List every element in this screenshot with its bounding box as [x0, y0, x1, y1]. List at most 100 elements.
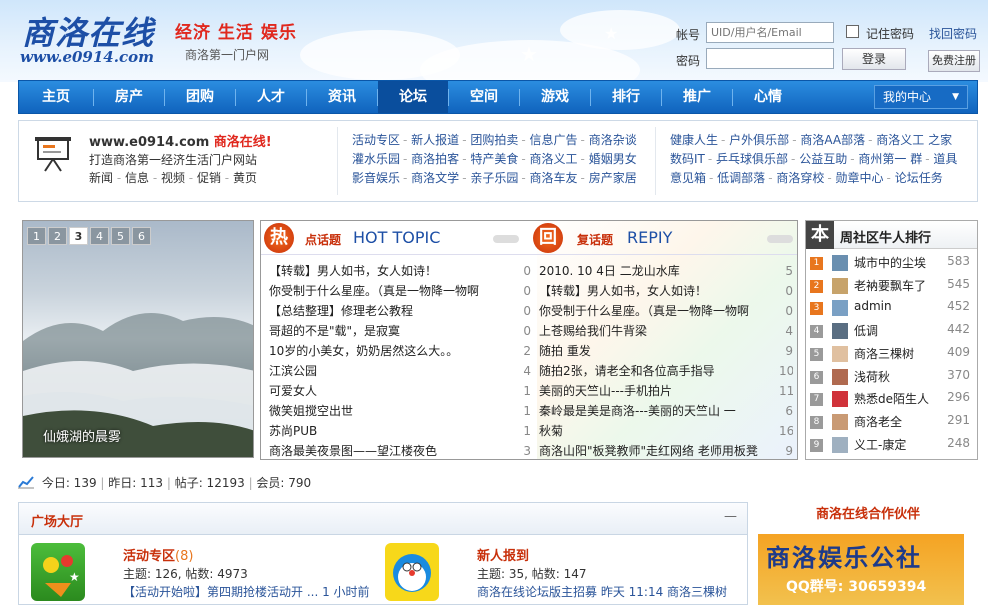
board-link[interactable]: 论坛任务 [895, 169, 943, 186]
login-button[interactable]: 登录 [842, 48, 906, 70]
collapse-icon[interactable]: — [724, 509, 737, 524]
ranking-item[interactable]: 3 admin 452 [810, 298, 974, 320]
list-item[interactable]: 美丽的天竺山---手机拍片 11 [539, 381, 793, 401]
ranking-username[interactable]: 浅荷秋 [854, 368, 890, 385]
intro-link-info[interactable]: 信息 [125, 171, 149, 185]
list-item[interactable]: 随拍2张，请老全和各位高手指导 10 [539, 361, 793, 381]
slider-tab[interactable]: 6 [132, 227, 151, 245]
board-link[interactable]: 影音娱乐 [352, 169, 400, 186]
intro-link-promo[interactable]: 促销 [197, 171, 221, 185]
topic-title[interactable]: 上苍赐给我们牛背梁 [539, 321, 647, 341]
topic-title[interactable]: 随拍 重发 [539, 341, 591, 361]
list-item[interactable]: 秦岭最是美是商洛---美丽的天竺山 一 6 [539, 401, 793, 421]
board-link[interactable]: 商洛穿校 [776, 169, 824, 186]
slider-tab[interactable]: 1 [27, 227, 46, 245]
partner-banner[interactable]: 商洛娱乐公社 QQ群号: 30659394 [758, 534, 964, 605]
nav-item-mood[interactable]: 心情 [733, 81, 803, 113]
forum-category-title[interactable]: 广场大厅 [31, 511, 83, 530]
intro-site-url[interactable]: www.e0914.com [89, 135, 209, 150]
newbie-board-icon[interactable] [385, 543, 439, 601]
board-link[interactable]: 健康人生 [670, 131, 718, 148]
topic-title[interactable]: 【转载】男人如书，女人如诗！ [269, 261, 437, 281]
ranking-username[interactable]: 城市中的尘埃 [854, 254, 926, 271]
register-button[interactable]: 免费注册 [928, 50, 980, 72]
list-item[interactable]: 哥超的不是"载"，是寂寞 0 [269, 321, 531, 341]
list-item[interactable]: 江滨公园 4 [269, 361, 531, 381]
more-toggle-icon[interactable] [767, 235, 793, 243]
list-item[interactable]: 商洛山阳"板凳教师"走红网络 老师用板凳 9 [539, 441, 793, 459]
ranking-item[interactable]: 1 城市中的尘埃 583 [810, 253, 974, 275]
topic-title[interactable]: 江滨公园 [269, 361, 317, 381]
board-link[interactable]: 道具 [933, 150, 957, 167]
nav-item-house[interactable]: 房产 [94, 81, 164, 113]
board-link[interactable]: 信息广告 [530, 131, 578, 148]
ranking-username[interactable]: 低调 [854, 322, 878, 339]
topic-title[interactable]: 苏尚PUB [269, 421, 317, 441]
list-item[interactable]: 【总结整理】修理老公教程 0 [269, 301, 531, 321]
slider-tab[interactable]: 2 [48, 227, 67, 245]
nav-item-games[interactable]: 游戏 [520, 81, 590, 113]
topic-title[interactable]: 10岁的小美女，奶奶居然这么大。。 [269, 341, 458, 361]
intro-link-news[interactable]: 新闻 [89, 171, 113, 185]
board-link[interactable]: 商州第一 群 [858, 150, 922, 167]
board-name-text[interactable]: 活动专区 [123, 549, 175, 564]
forgot-password-link[interactable]: 找回密码 [929, 25, 977, 42]
board-link[interactable]: 活动专区 [352, 131, 400, 148]
avatar[interactable] [832, 391, 848, 408]
ranking-item[interactable]: 9 义工-康定 248 [810, 435, 974, 457]
account-input[interactable] [706, 22, 834, 43]
photo-slider[interactable]: 123456 仙娥湖的晨雾 [22, 220, 254, 458]
board-link[interactable]: 商洛文学 [411, 169, 459, 186]
board-link[interactable]: 公益互助 [799, 150, 847, 167]
list-item[interactable]: 10岁的小美女，奶奶居然这么大。。 2 [269, 341, 531, 361]
nav-item-jobs[interactable]: 人才 [236, 81, 306, 113]
topic-title[interactable]: 可爱女人 [269, 381, 317, 401]
slider-tab[interactable]: 5 [111, 227, 130, 245]
list-item[interactable]: 秋菊 16 [539, 421, 793, 441]
topic-title[interactable]: 微笑姐搅空出世 [269, 401, 353, 421]
slider-tab-active[interactable]: 3 [69, 227, 88, 245]
avatar[interactable] [832, 368, 848, 385]
board-link[interactable]: 户外俱乐部 [729, 131, 789, 148]
topic-title[interactable]: 美丽的天竺山---手机拍片 [539, 381, 672, 401]
ranking-username[interactable]: 熟悉de陌生人 [854, 390, 929, 407]
avatar[interactable] [832, 323, 848, 340]
slider-caption[interactable]: 仙娥湖的晨雾 [43, 426, 121, 445]
list-item[interactable]: 你受制于什么星座。（真是一物降一物啊 0 [269, 281, 531, 301]
board-link[interactable]: 亲子乐园 [470, 169, 518, 186]
board-link[interactable]: 婚姻男女 [589, 150, 637, 167]
list-item[interactable]: 微笑姐搅空出世 1 [269, 401, 531, 421]
board-link[interactable]: 勋章中心 [836, 169, 884, 186]
topic-title[interactable]: 随拍2张，请老全和各位高手指导 [539, 361, 715, 381]
avatar[interactable] [832, 413, 848, 430]
intro-link-video[interactable]: 视频 [161, 171, 185, 185]
board-name[interactable]: 活动专区(8) [123, 545, 193, 564]
board-link[interactable]: 团购拍卖 [470, 131, 518, 148]
activity-board-icon[interactable]: ★ [31, 543, 85, 601]
board-link[interactable]: 商洛拍客 [411, 150, 459, 167]
list-item[interactable]: 可爱女人 1 [269, 381, 531, 401]
topic-title[interactable]: 你受制于什么星座。（真是一物降一物啊 [539, 301, 775, 321]
ranking-item[interactable]: 8 商洛老全 291 [810, 412, 974, 434]
list-item[interactable]: 你受制于什么星座。（真是一物降一物啊 0 [539, 301, 793, 321]
password-input[interactable] [706, 48, 834, 69]
ranking-username[interactable]: 义工-康定 [854, 436, 906, 453]
remember-label[interactable]: 记住密码 [866, 25, 914, 42]
ranking-username[interactable]: 商洛三棵树 [854, 345, 914, 362]
nav-item-space[interactable]: 空间 [449, 81, 519, 113]
topic-title[interactable]: 你受制于什么星座。（真是一物降一物啊 [269, 281, 479, 301]
list-item[interactable]: 【转载】男人如书，女人如诗！ 0 [539, 281, 793, 301]
ranking-username[interactable]: admin [854, 299, 892, 313]
nav-item-news[interactable]: 资讯 [307, 81, 377, 113]
topic-title[interactable]: 商洛山阳"板凳教师"走红网络 老师用板凳 [539, 441, 775, 459]
nav-item-groupbuy[interactable]: 团购 [165, 81, 235, 113]
ranking-item[interactable]: 5 商洛三棵树 409 [810, 344, 974, 366]
board-link[interactable]: 意见箱 [670, 169, 706, 186]
board-name[interactable]: 新人报到 [477, 545, 529, 564]
my-center-dropdown[interactable]: 我的中心 ▼ [874, 85, 968, 109]
board-last-post[interactable]: 【活动开始啦】第四期抢楼活动开 ... 1 小时前 [123, 583, 370, 600]
avatar[interactable] [832, 436, 848, 453]
intro-link-yellowpages[interactable]: 黄页 [233, 171, 257, 185]
topic-title[interactable]: 2010. 10 4日 二龙山水库 [539, 261, 680, 281]
topic-title[interactable]: 【总结整理】修理老公教程 [269, 301, 413, 321]
